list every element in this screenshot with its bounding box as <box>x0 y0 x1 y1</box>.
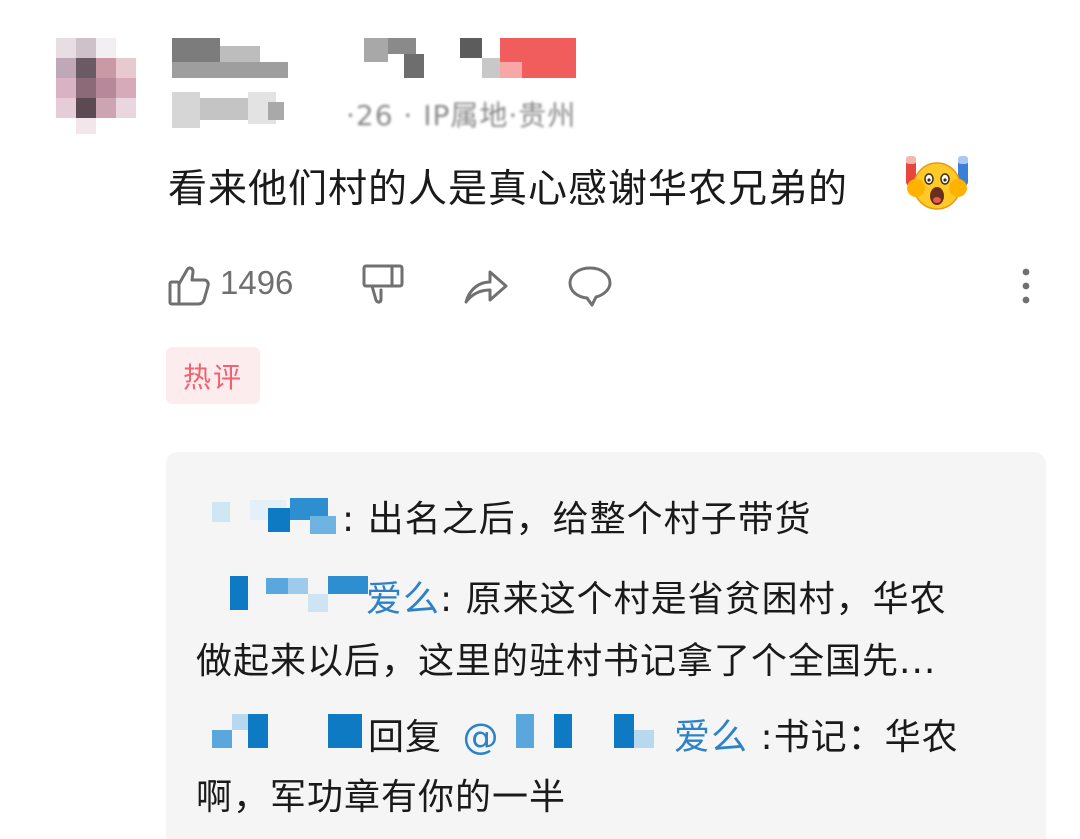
reply-1-content: 出名之后，给整个村子带货 <box>355 499 812 540</box>
comment-text: 看来他们村的人是真心感谢华农兄弟的 <box>168 167 849 212</box>
thumbs-down-icon[interactable] <box>360 262 406 312</box>
username-redacted[interactable] <box>172 38 592 78</box>
reply-3-separator: : <box>748 717 774 758</box>
reply-3-line-2: 啊，军功章有你的一半 <box>196 777 567 818</box>
scream-emoji-icon <box>904 154 970 212</box>
reply-1-user-redacted[interactable] <box>212 502 230 522</box>
reply-3-at[interactable]: @ <box>462 717 499 758</box>
avatar[interactable] <box>56 38 136 134</box>
comment-meta: ·26 · IP属地·贵州 <box>346 99 577 132</box>
reply-2-separator: : <box>440 579 454 620</box>
reply-icon[interactable] <box>566 264 614 312</box>
reply-3-target-redacted[interactable] <box>516 714 534 748</box>
reply-3-content-1: 书记：华农 <box>773 717 959 758</box>
like-count: 1496 <box>220 264 294 301</box>
reply-2-line-2: 做起来以后，这里的驻村书记拿了个全国先... <box>196 641 937 682</box>
reply-3-target-suffix[interactable]: 爱么 <box>674 717 748 758</box>
reply-3-label: 回复 <box>368 717 443 758</box>
reply-1-text: : 出名之后，给整个村子带货 <box>342 490 812 542</box>
reply-3-user-redacted[interactable] <box>212 730 232 748</box>
thumbs-up-icon[interactable] <box>166 262 212 312</box>
replies-panel[interactable]: : 出名之后，给整个村子带货 爱么: 原来这个村是省贫困村，华农 做起来以后，这… <box>166 452 1046 839</box>
more-vertical-icon[interactable] <box>1016 264 1036 312</box>
reply-3-line-1b: 爱么 :书记：华农 <box>674 708 959 760</box>
reply-1-separator: : <box>342 499 356 540</box>
share-icon[interactable] <box>462 264 510 312</box>
comment-actions: 1496 <box>166 262 1046 310</box>
reply-3-line-1: 回复 @ <box>368 708 499 760</box>
reply-2-line-1: 爱么: 原来这个村是省贫困村，华农 <box>366 570 947 622</box>
reply-2-content-1: 原来这个村是省贫困村，华农 <box>453 579 947 620</box>
hot-comment-badge: 热评 <box>166 347 260 404</box>
reply-2-user-suffix[interactable]: 爱么 <box>366 579 440 620</box>
comment-screen: ·26 · IP属地·贵州 看来他们村的人是真心感谢华农兄弟的 1496 热评 … <box>0 0 1080 839</box>
reply-2-user-redacted[interactable] <box>230 576 248 610</box>
